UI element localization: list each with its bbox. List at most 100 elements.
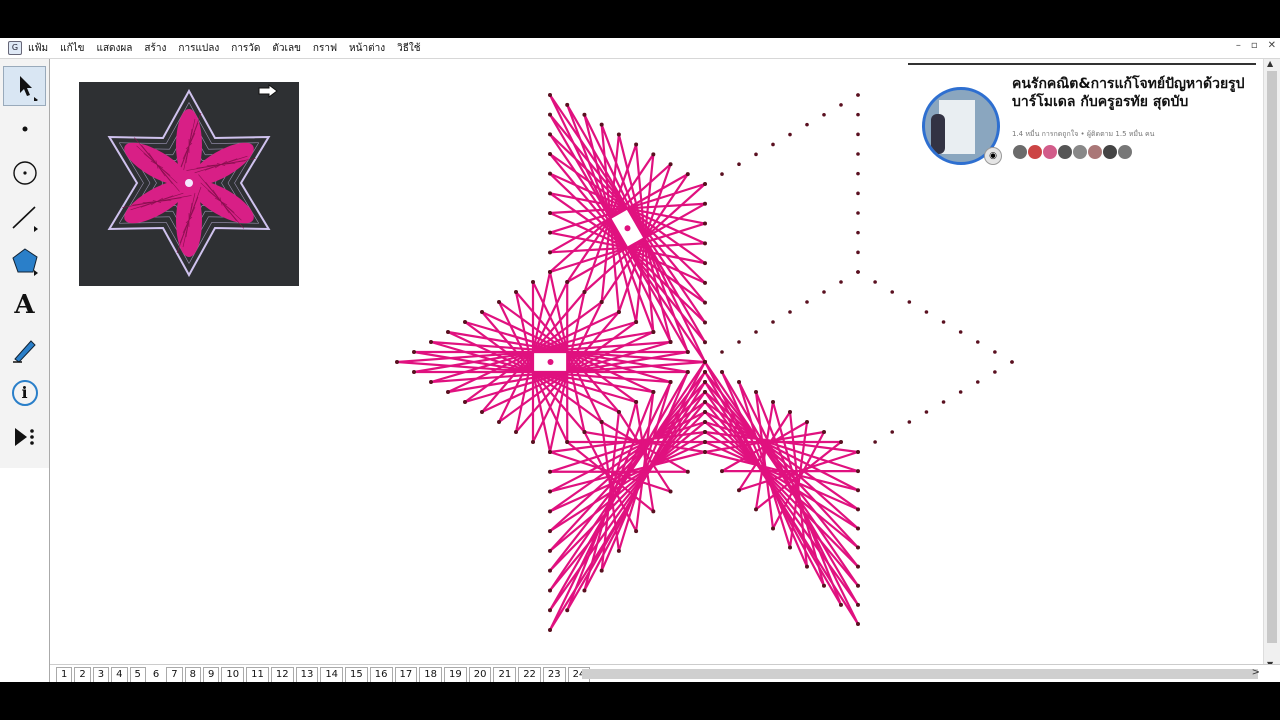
- menu-transform[interactable]: การแปลง: [178, 41, 219, 56]
- page-tab-14[interactable]: 14: [320, 666, 344, 682]
- outline-dot: [703, 182, 707, 186]
- nail-point: [497, 420, 501, 424]
- information-tool[interactable]: i: [3, 373, 46, 413]
- outline-dot: [993, 370, 997, 374]
- page-tab-8[interactable]: 8: [184, 666, 201, 682]
- outline-dot: [856, 132, 860, 137]
- page-tab-10[interactable]: 10: [221, 666, 245, 682]
- page-tab-19[interactable]: 19: [443, 666, 467, 682]
- outline-dot: [788, 310, 792, 314]
- outline-dot: [856, 171, 860, 176]
- page-tab-9[interactable]: 9: [203, 666, 220, 682]
- compass-tool[interactable]: [3, 153, 46, 193]
- page-tab-7[interactable]: 7: [166, 666, 183, 682]
- outline-dot: [907, 420, 912, 424]
- scroll-right-icon[interactable]: >: [1252, 667, 1260, 678]
- nail-point: [754, 507, 758, 512]
- outline-dot: [856, 450, 860, 454]
- custom-tool[interactable]: [3, 417, 46, 457]
- outline-dot: [737, 162, 741, 167]
- point-tool[interactable]: [3, 109, 46, 149]
- nail-point: [582, 430, 587, 434]
- nail-point: [703, 300, 707, 305]
- arrow-tool[interactable]: [3, 66, 46, 106]
- nail-point: [839, 440, 843, 444]
- vertical-scrollbar[interactable]: ▲ ▼: [1263, 59, 1280, 669]
- polygon-tool[interactable]: [3, 241, 46, 281]
- outline-dot: [805, 122, 809, 127]
- scroll-up-icon[interactable]: ▲: [1267, 59, 1273, 68]
- page-tab-13[interactable]: 13: [295, 666, 319, 682]
- page-tab-17[interactable]: 17: [394, 666, 418, 682]
- nail-point: [548, 250, 552, 255]
- nail-point: [822, 430, 826, 434]
- outline-dot: [839, 280, 843, 284]
- horizontal-scrollbar[interactable]: [582, 669, 1258, 679]
- nail-point: [548, 529, 552, 534]
- nail-point: [703, 380, 707, 384]
- page-tab-21[interactable]: 21: [493, 666, 517, 682]
- outline-dot: [856, 191, 860, 196]
- close-button[interactable]: ✕: [1268, 40, 1276, 51]
- page-tab-4[interactable]: 4: [111, 666, 128, 682]
- nail-point: [651, 152, 656, 157]
- page-tab-18[interactable]: 18: [419, 666, 442, 682]
- nail-point: [703, 340, 707, 345]
- page-tab-1[interactable]: 1: [56, 666, 73, 682]
- nail-point: [856, 507, 860, 512]
- menu-measure[interactable]: การวัด: [231, 41, 260, 56]
- menu-construct[interactable]: สร้าง: [144, 41, 166, 56]
- nail-point: [737, 380, 741, 384]
- sketch-canvas[interactable]: ◉ คนรักคณิต&การแก้โจทย์ปัญหาด้วยรูปบาร์โ…: [50, 59, 1262, 667]
- minimize-button[interactable]: –: [1236, 40, 1241, 51]
- outline-dot: [720, 350, 724, 354]
- follower-avatar: [1117, 144, 1133, 160]
- nail-point: [548, 509, 552, 514]
- page-tab-20[interactable]: 20: [468, 666, 492, 682]
- menu-window[interactable]: หน้าต่าง: [349, 41, 385, 56]
- page-tab-12[interactable]: 12: [270, 666, 294, 682]
- marker-tool[interactable]: [3, 329, 46, 369]
- nail-point: [616, 310, 621, 314]
- nail-point: [856, 488, 860, 493]
- outline-dot: [754, 330, 758, 334]
- outline-dot: [958, 390, 963, 394]
- menu-graph[interactable]: กราฟ: [313, 41, 337, 56]
- circle-icon: [12, 161, 37, 185]
- nail-point: [856, 526, 860, 531]
- page-tab-bar: 1 2 3 4 5 6 7 8 9 10 11 12 13 14 15 16 17 18 19 20 21 22 23 24 …: [50, 664, 1280, 682]
- page-tab-2[interactable]: 2: [74, 666, 91, 682]
- text-tool[interactable]: A: [3, 285, 46, 325]
- page-tab-11[interactable]: 11: [246, 666, 269, 682]
- line-tool[interactable]: [3, 197, 46, 237]
- outline-dot: [788, 132, 792, 137]
- menu-help[interactable]: วิธีใช้: [397, 41, 420, 56]
- page-tab-3[interactable]: 3: [92, 666, 110, 682]
- camera-icon[interactable]: ◉: [984, 147, 1002, 165]
- nail-point: [703, 261, 707, 266]
- menu-edit[interactable]: แก้ไข: [60, 41, 84, 56]
- menu-display[interactable]: แสดงผล: [97, 41, 133, 56]
- nail-point: [634, 320, 639, 324]
- menu-number[interactable]: ตัวเลข: [272, 41, 301, 56]
- page-tab-6[interactable]: 6: [147, 666, 165, 682]
- nail-point: [412, 370, 416, 374]
- overlay-divider: [908, 63, 1256, 65]
- page-tab-15[interactable]: 15: [345, 666, 368, 682]
- page-tab-22[interactable]: 22: [518, 666, 541, 682]
- page-tab-23[interactable]: 23: [542, 666, 566, 682]
- page-tab-16[interactable]: 16: [369, 666, 393, 682]
- nail-point: [497, 300, 501, 304]
- page-tab-5[interactable]: 5: [129, 666, 146, 682]
- nail-point: [446, 390, 450, 394]
- restore-button[interactable]: ▫: [1251, 40, 1258, 51]
- menu-file[interactable]: แฟ้ม: [28, 41, 48, 56]
- vertical-scroll-thumb[interactable]: [1267, 71, 1277, 643]
- polygon-icon: [11, 248, 38, 276]
- nail-point: [703, 440, 707, 444]
- outline-dot: [890, 290, 895, 294]
- nail-point: [582, 588, 587, 593]
- nail-point: [565, 608, 570, 613]
- nail-point: [548, 112, 552, 117]
- outline-dot: [822, 112, 826, 117]
